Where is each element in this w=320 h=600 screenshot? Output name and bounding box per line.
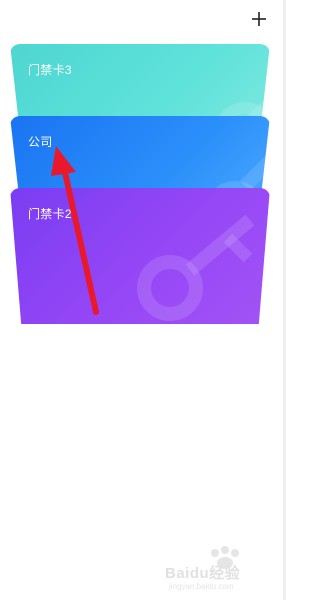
card-label: 门禁卡2 xyxy=(28,207,72,221)
right-divider xyxy=(283,0,286,600)
watermark-url: jingyan.baidu.com xyxy=(169,582,234,591)
card-label: 门禁卡3 xyxy=(28,63,72,77)
key-icon xyxy=(137,214,255,321)
add-card-button[interactable] xyxy=(247,7,271,31)
card-access-2[interactable]: 门禁卡2 xyxy=(10,188,270,324)
watermark-brand: Baidu经验 xyxy=(165,565,241,582)
plus-icon xyxy=(252,12,266,26)
card-label: 公司 xyxy=(28,135,53,149)
baidu-watermark: Baidu经验 jingyan.baidu.com xyxy=(165,545,280,591)
